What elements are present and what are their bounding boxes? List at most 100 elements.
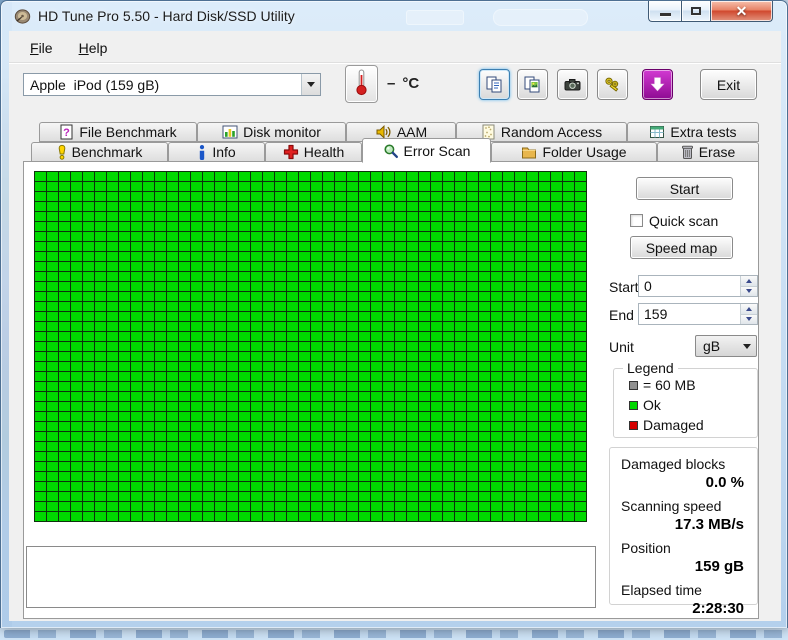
scan-block-ok <box>251 172 263 182</box>
scan-block-ok <box>311 372 323 382</box>
drive-select-dropdown[interactable] <box>301 74 320 95</box>
scan-block-ok <box>71 432 83 442</box>
scan-block-ok <box>107 472 119 482</box>
scan-block-ok <box>443 432 455 442</box>
tab-file-benchmark[interactable]: ?File Benchmark <box>39 122 197 142</box>
titlebar[interactable]: HD Tune Pro 5.50 - Hard Disk/SSD Utility… <box>1 1 787 31</box>
scan-block-ok <box>131 312 143 322</box>
scan-block-ok <box>455 492 467 502</box>
scan-block-ok <box>227 302 239 312</box>
scan-block-ok <box>431 342 443 352</box>
drive-select-combobox[interactable]: Apple iPod (159 gB) <box>23 73 321 96</box>
start-range-input[interactable] <box>639 276 740 296</box>
start-spin-up-button[interactable] <box>741 276 757 286</box>
scan-block-ok <box>227 332 239 342</box>
scan-block-ok <box>155 432 167 442</box>
minimize-button[interactable] <box>648 1 681 22</box>
end-spin-up-button[interactable] <box>741 304 757 314</box>
scan-block-ok <box>395 342 407 352</box>
tab-disk-monitor[interactable]: Disk monitor <box>197 122 346 142</box>
scan-block-ok <box>47 402 59 412</box>
scan-block-ok <box>551 462 563 472</box>
scan-block-ok <box>551 212 563 222</box>
scan-block-ok <box>539 412 551 422</box>
scan-block-ok <box>575 462 587 472</box>
screenshot-button[interactable] <box>557 69 588 100</box>
tab-info[interactable]: Info <box>168 142 265 162</box>
scan-block-ok <box>443 322 455 332</box>
tab-extra-tests[interactable]: Extra tests <box>627 122 759 142</box>
tab-erase[interactable]: Erase <box>657 142 759 162</box>
quick-scan-checkbox[interactable] <box>630 214 643 227</box>
scan-block-ok <box>203 512 215 522</box>
scan-block-ok <box>191 412 203 422</box>
scan-block-ok <box>359 492 371 502</box>
scan-block-ok <box>119 502 131 512</box>
scan-block-ok <box>563 482 575 492</box>
scan-block-ok <box>155 482 167 492</box>
scan-block-ok <box>239 372 251 382</box>
scan-block-ok <box>359 172 371 182</box>
scan-block-ok <box>455 202 467 212</box>
scan-block-ok <box>203 342 215 352</box>
scan-block-ok <box>35 272 47 282</box>
scan-block-ok <box>419 212 431 222</box>
tab-folder-usage[interactable]: Folder Usage <box>491 142 657 162</box>
tab-health[interactable]: Health <box>265 142 362 162</box>
scan-block-ok <box>155 472 167 482</box>
speed-map-button[interactable]: Speed map <box>630 236 733 259</box>
start-spin-down-button[interactable] <box>741 286 757 297</box>
options-button[interactable] <box>597 69 628 100</box>
scan-block-ok <box>407 222 419 232</box>
scan-block-ok <box>95 382 107 392</box>
scan-block-ok <box>287 252 299 262</box>
menu-help[interactable]: Help <box>70 37 117 61</box>
close-button[interactable]: ✕ <box>711 1 773 22</box>
scan-block-ok <box>95 442 107 452</box>
scan-block-ok <box>563 512 575 522</box>
scan-block-ok <box>527 332 539 342</box>
temperature-button[interactable] <box>345 65 378 103</box>
scan-block-ok <box>167 252 179 262</box>
legend-items: = 60 MBOkDamaged <box>614 377 757 433</box>
unit-select[interactable]: gB <box>695 335 757 357</box>
copy-image-button[interactable] <box>517 69 548 100</box>
scan-block-ok <box>83 372 95 382</box>
menu-file[interactable]: File <box>21 37 62 61</box>
scan-block-ok <box>515 422 527 432</box>
tab-benchmark[interactable]: Benchmark <box>31 142 168 162</box>
end-range-input[interactable] <box>639 304 740 324</box>
scan-log-listbox[interactable] <box>26 546 596 608</box>
scan-block-ok <box>203 362 215 372</box>
update-button[interactable] <box>642 69 673 100</box>
scan-block-ok <box>551 452 563 462</box>
scan-block-ok <box>167 222 179 232</box>
scan-block-ok <box>467 222 479 232</box>
scan-block-ok <box>575 312 587 322</box>
scan-block-ok <box>431 442 443 452</box>
scan-row <box>35 492 587 502</box>
scan-block-ok <box>143 402 155 412</box>
scan-block-ok <box>431 512 443 522</box>
copy-text-button[interactable] <box>479 69 510 100</box>
legend-swatch <box>629 421 638 430</box>
scan-block-ok <box>503 282 515 292</box>
scan-block-ok <box>527 342 539 352</box>
scan-block-ok <box>47 212 59 222</box>
scan-block-ok <box>251 282 263 292</box>
stat-row: Elapsed time2:28:30 <box>621 582 746 617</box>
scan-block-ok <box>395 232 407 242</box>
maximize-button[interactable] <box>681 1 711 22</box>
tab-error-scan[interactable]: Error Scan <box>362 138 491 163</box>
scan-block-ok <box>191 342 203 352</box>
scan-block-ok <box>527 262 539 272</box>
scan-block-ok <box>419 422 431 432</box>
scan-block-ok <box>299 292 311 302</box>
scan-block-ok <box>479 322 491 332</box>
exit-button[interactable]: Exit <box>700 69 757 100</box>
end-spin-down-button[interactable] <box>741 314 757 325</box>
scan-block-ok <box>575 322 587 332</box>
start-button[interactable]: Start <box>636 177 733 200</box>
scan-block-ok <box>359 392 371 402</box>
scan-block-ok <box>515 412 527 422</box>
